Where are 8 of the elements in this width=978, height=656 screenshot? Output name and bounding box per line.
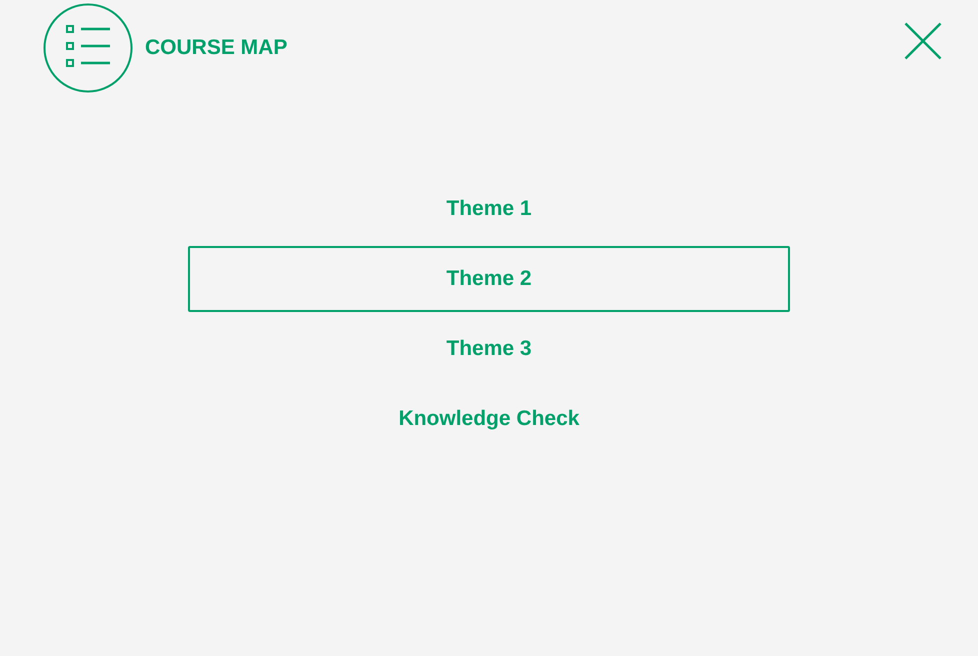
menu-item[interactable]: Theme 2 — [188, 246, 790, 312]
close-button[interactable] — [904, 22, 942, 60]
close-icon — [904, 22, 942, 60]
page-title: COURSE MAP — [145, 36, 288, 60]
menu-item[interactable]: Theme 1 — [188, 176, 790, 242]
menu-item[interactable]: Theme 3 — [188, 316, 790, 382]
menu-item[interactable]: Knowledge Check — [188, 386, 790, 452]
list-icon — [43, 3, 133, 93]
